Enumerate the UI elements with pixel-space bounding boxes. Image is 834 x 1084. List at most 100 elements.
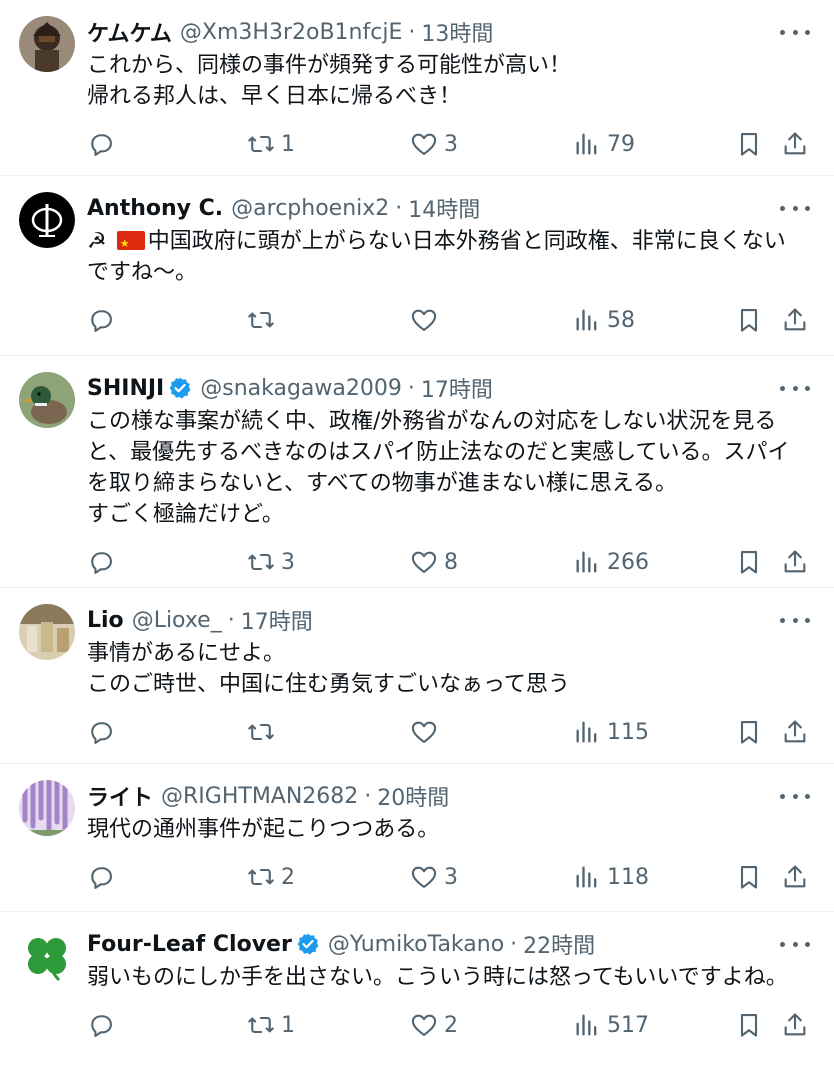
reply-button[interactable] bbox=[87, 859, 115, 895]
user-handle[interactable]: @YumikoTakano bbox=[328, 932, 504, 957]
tweet[interactable]: ライト @RIGHTMAN2682 · 20時間 現代の通州事件が起こりつつある… bbox=[0, 764, 834, 912]
like-button[interactable]: 3 bbox=[410, 859, 458, 895]
reply-button[interactable] bbox=[87, 302, 115, 338]
views-button[interactable]: 118 bbox=[573, 859, 649, 895]
display-name[interactable]: SHINJI bbox=[87, 376, 164, 401]
retweet-count: 1 bbox=[281, 1012, 295, 1038]
reply-button[interactable] bbox=[87, 126, 115, 162]
tweet-text: この様な事案が続く中、政権/外務省がなんの対応をしない状況を見ると、最優先するべ… bbox=[87, 409, 790, 527]
reply-button[interactable] bbox=[87, 714, 115, 750]
retweet-button[interactable]: 1 bbox=[247, 1007, 295, 1043]
like-button[interactable]: 2 bbox=[410, 1007, 458, 1043]
share-button[interactable] bbox=[781, 859, 809, 895]
tweet[interactable]: Lio @Lioxe_ · 17時間 事情があるにせよ。 このご時世、中国に住む… bbox=[0, 588, 834, 764]
avatar[interactable] bbox=[19, 604, 75, 660]
bookmark-icon bbox=[740, 721, 758, 744]
retweet-button[interactable]: 3 bbox=[247, 544, 295, 580]
retweet-button[interactable] bbox=[247, 714, 281, 750]
share-button[interactable] bbox=[781, 126, 809, 162]
avatar[interactable] bbox=[19, 192, 75, 248]
share-icon bbox=[784, 1013, 806, 1036]
views-count: 115 bbox=[607, 719, 649, 745]
tweet-text: 事情があるにせよ。 このご時世、中国に住む勇気すごいなぁって思う bbox=[87, 641, 570, 697]
separator-dot: · bbox=[227, 607, 235, 633]
bookmark-button[interactable] bbox=[735, 1007, 763, 1043]
retweet-icon bbox=[248, 723, 274, 741]
bookmark-button[interactable] bbox=[735, 859, 763, 895]
user-handle[interactable]: @Xm3H3r2oB1nfcjE bbox=[180, 20, 402, 45]
views-chart-icon bbox=[576, 866, 597, 888]
bookmark-button[interactable] bbox=[735, 302, 763, 338]
tweet[interactable]: SHINJI @snakagawa2009 · 17時間 この様な事案が続く中、… bbox=[0, 356, 834, 588]
views-button[interactable]: 517 bbox=[573, 1007, 649, 1043]
more-options-icon[interactable] bbox=[780, 934, 810, 954]
timestamp[interactable]: 22時間 bbox=[523, 928, 595, 960]
heart-icon bbox=[411, 1014, 437, 1036]
timestamp[interactable]: 17時間 bbox=[241, 604, 313, 636]
reply-icon bbox=[91, 722, 112, 744]
bookmark-icon bbox=[740, 551, 758, 574]
reply-icon bbox=[91, 1015, 112, 1037]
views-button[interactable]: 266 bbox=[573, 544, 649, 580]
views-chart-icon bbox=[576, 309, 597, 331]
bookmark-button[interactable] bbox=[735, 544, 763, 580]
display-name[interactable]: ライト bbox=[87, 780, 153, 812]
reply-button[interactable] bbox=[87, 544, 115, 580]
samurai-avatar-icon bbox=[19, 16, 75, 72]
more-options-icon[interactable] bbox=[780, 610, 810, 630]
avatar[interactable] bbox=[19, 780, 75, 836]
reply-icon bbox=[91, 552, 112, 574]
share-button[interactable] bbox=[781, 544, 809, 580]
views-count: 58 bbox=[607, 307, 635, 333]
timestamp[interactable]: 20時間 bbox=[377, 780, 449, 812]
avatar[interactable] bbox=[19, 372, 75, 428]
china-flag-icon bbox=[116, 228, 145, 259]
like-button[interactable] bbox=[410, 714, 444, 750]
retweet-icon bbox=[248, 135, 274, 153]
bookmark-button[interactable] bbox=[735, 714, 763, 750]
avatar[interactable] bbox=[19, 16, 75, 72]
like-button[interactable]: 3 bbox=[410, 126, 458, 162]
user-handle[interactable]: @arcphoenix2 bbox=[231, 196, 389, 221]
share-button[interactable] bbox=[781, 1007, 809, 1043]
share-button[interactable] bbox=[781, 714, 809, 750]
like-button[interactable] bbox=[410, 302, 444, 338]
action-bar: 115 bbox=[87, 714, 806, 750]
tweet[interactable]: Anthony C. @arcphoenix2 · 14時間 ☭ 中国政府に頭が… bbox=[0, 176, 834, 356]
heart-icon bbox=[411, 133, 437, 155]
views-button[interactable]: 58 bbox=[573, 302, 635, 338]
timestamp[interactable]: 14時間 bbox=[408, 192, 480, 224]
share-icon bbox=[784, 550, 806, 573]
retweet-button[interactable] bbox=[247, 302, 281, 338]
user-handle[interactable]: @snakagawa2009 bbox=[200, 376, 402, 401]
tweet[interactable]: Four-Leaf Clover @YumikoTakano · 22時間 弱い… bbox=[0, 912, 834, 1084]
views-button[interactable]: 115 bbox=[573, 714, 649, 750]
display-name[interactable]: Lio bbox=[87, 608, 124, 633]
more-options-icon[interactable] bbox=[780, 198, 810, 218]
views-button[interactable]: 79 bbox=[573, 126, 635, 162]
tweet[interactable]: ケムケム @Xm3H3r2oB1nfcjE · 13時間 これから、同様の事件が… bbox=[0, 0, 834, 176]
views-chart-icon bbox=[576, 551, 597, 573]
more-options-icon[interactable] bbox=[780, 378, 810, 398]
separator-dot: · bbox=[395, 195, 403, 221]
user-handle[interactable]: @RIGHTMAN2682 bbox=[161, 784, 358, 809]
display-name[interactable]: ケムケム bbox=[87, 16, 172, 48]
share-button[interactable] bbox=[781, 302, 809, 338]
retweet-button[interactable]: 2 bbox=[247, 859, 295, 895]
display-name[interactable]: Four-Leaf Clover bbox=[87, 932, 292, 957]
action-bar: 58 bbox=[87, 302, 806, 338]
like-button[interactable]: 8 bbox=[410, 544, 458, 580]
timestamp[interactable]: 13時間 bbox=[421, 16, 493, 48]
retweet-button[interactable]: 1 bbox=[247, 126, 295, 162]
more-options-icon[interactable] bbox=[780, 22, 810, 42]
display-name[interactable]: Anthony C. bbox=[87, 196, 223, 221]
avatar[interactable] bbox=[19, 928, 75, 984]
bookmark-button[interactable] bbox=[735, 126, 763, 162]
tweet-text: これから、同様の事件が頻発する可能性が高い！ 帰れる邦人は、早く日本に帰るべき！ bbox=[87, 53, 572, 109]
verified-badge-icon bbox=[169, 377, 191, 399]
user-handle[interactable]: @Lioxe_ bbox=[132, 608, 222, 633]
reply-button[interactable] bbox=[87, 1007, 115, 1043]
reply-icon bbox=[91, 310, 112, 332]
timestamp[interactable]: 17時間 bbox=[421, 372, 493, 404]
more-options-icon[interactable] bbox=[780, 786, 810, 806]
